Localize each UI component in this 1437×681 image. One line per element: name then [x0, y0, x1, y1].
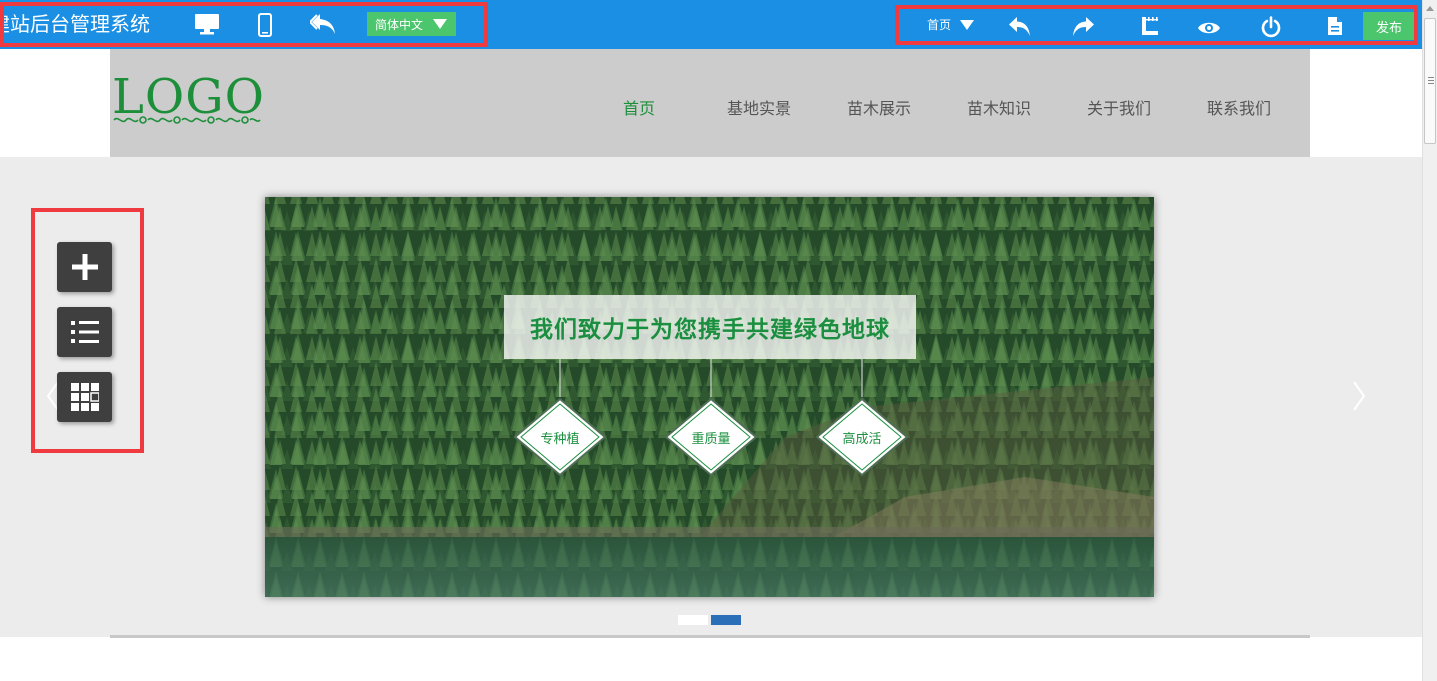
next-slide-icon[interactable] [1352, 380, 1366, 416]
badge-label: 专种植 [540, 431, 580, 447]
admin-toolbar: 建站后台管理系统 简体中文 首页 发布 [0, 0, 1437, 49]
language-select[interactable]: 简体中文 [367, 12, 456, 36]
nav-item-contact[interactable]: 联系我们 [1207, 95, 1271, 119]
redo-icon[interactable] [1071, 16, 1095, 38]
undo-icon[interactable] [1008, 16, 1032, 38]
add-module-button[interactable] [57, 242, 112, 292]
site-logo[interactable]: LOGO [112, 73, 265, 125]
slide-dot-active[interactable] [711, 615, 741, 625]
mobile-icon[interactable] [258, 13, 272, 37]
scroll-up-icon[interactable] [1426, 6, 1434, 11]
desktop-icon[interactable] [194, 13, 220, 35]
nav-item-knowledge[interactable]: 苗木知识 [967, 95, 1031, 119]
nav-item-about[interactable]: 关于我们 [1087, 95, 1151, 119]
slide-dot[interactable] [678, 615, 708, 625]
banner-slide[interactable]: 我们致力于为您携手共建绿色地球 专种植 重质量 高成活 [265, 197, 1154, 597]
scrollbar-thumb[interactable] [1424, 18, 1436, 144]
page-scrollbar[interactable] [1422, 0, 1437, 681]
badge-planting: 专种植 [513, 397, 607, 477]
badge-survival: 高成活 [815, 397, 909, 477]
module-grid-button[interactable] [57, 372, 112, 422]
page-select[interactable]: 首页 [927, 16, 975, 33]
back-icon[interactable] [310, 12, 336, 36]
document-icon[interactable] [1327, 16, 1343, 36]
chevron-down-icon [433, 19, 447, 29]
list-icon [70, 321, 99, 343]
nav-item-home[interactable]: 首页 [623, 95, 655, 119]
divider [110, 635, 1310, 638]
badge-label: 高成活 [842, 431, 882, 447]
slide-indicators [678, 615, 741, 625]
badge-label: 重质量 [691, 431, 731, 447]
nav-item-seedlings[interactable]: 苗木展示 [847, 95, 911, 119]
nav-item-base[interactable]: 基地实景 [727, 95, 791, 119]
chevron-down-icon [960, 19, 975, 30]
ruler-icon[interactable] [1141, 16, 1159, 36]
grip-icon [1428, 77, 1434, 84]
badge-quality: 重质量 [664, 397, 758, 477]
page-select-label: 首页 [927, 18, 952, 32]
publish-button[interactable]: 发布 [1363, 12, 1415, 40]
site-header: LOGO 首页 基地实景 苗木展示 苗木知识 关于我们 联系我们 [110, 49, 1310, 157]
grid-icon [70, 383, 99, 411]
preview-icon[interactable] [1197, 20, 1221, 36]
brand-title: 建站后台管理系统 [0, 12, 150, 36]
logo-text: LOGO [112, 69, 265, 125]
add-icon [71, 254, 98, 280]
power-icon[interactable] [1261, 16, 1281, 38]
language-select-label: 简体中文 [375, 17, 424, 32]
page-list-button[interactable] [57, 307, 112, 357]
